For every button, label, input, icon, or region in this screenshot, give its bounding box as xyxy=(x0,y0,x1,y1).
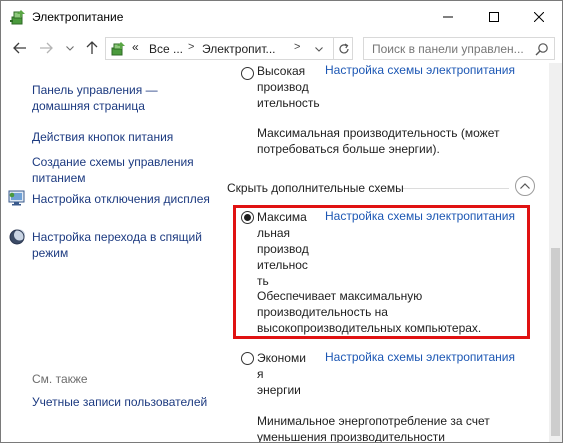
highlight-annotation xyxy=(233,205,530,339)
address-bar[interactable]: « Все ... > Электропит... > xyxy=(105,37,353,60)
power-plans-panel: Высокая производ ительность Настройка сх… xyxy=(213,63,549,443)
close-button[interactable] xyxy=(516,1,562,33)
search-icon[interactable] xyxy=(535,42,549,56)
navigation-bar: « Все ... > Электропит... > Поиск в пане… xyxy=(1,33,562,63)
see-also-heading: См. также xyxy=(32,372,88,386)
sidebar-item-create-plan[interactable]: Создание схемы управления питанием xyxy=(32,154,210,186)
plan-name-line: я xyxy=(257,367,264,381)
sidebar-home-link[interactable]: Панель управления — домашняя страница xyxy=(32,82,210,114)
section-divider xyxy=(403,188,509,189)
chevron-up-icon xyxy=(520,183,530,189)
address-overflow-button[interactable]: « xyxy=(132,40,139,54)
sidebar-item-user-accounts[interactable]: Учетные записи пользователей xyxy=(32,394,210,410)
address-segment-current[interactable]: Электропит... xyxy=(202,42,276,56)
scrollbar-thumb[interactable] xyxy=(551,248,560,436)
arrow-up-icon xyxy=(86,41,98,54)
maximize-button[interactable] xyxy=(471,1,517,33)
plan-name-line: производ xyxy=(257,80,309,94)
power-options-window: Электропитание « Все ... > Электропит...… xyxy=(0,0,563,443)
plan-description: Максимальная производительность (может п… xyxy=(257,126,500,156)
address-separator[interactable]: > xyxy=(188,41,194,53)
refresh-button[interactable] xyxy=(333,38,353,59)
arrow-right-icon xyxy=(40,42,53,54)
plan-radio-power-saver[interactable] xyxy=(241,352,254,365)
sidebar-item-display-off[interactable]: Настройка отключения дисплея xyxy=(32,191,210,207)
address-segment-all-items[interactable]: Все ... xyxy=(149,42,183,56)
hidden-plans-heading: Скрыть дополнительные схемы xyxy=(227,181,404,195)
up-button[interactable] xyxy=(83,39,101,57)
maximize-icon xyxy=(489,12,499,22)
sidebar: Панель управления — домашняя страница Де… xyxy=(1,63,213,442)
search-box[interactable]: Поиск в панели управлен... xyxy=(363,37,555,60)
minimize-button[interactable] xyxy=(425,1,471,33)
search-input[interactable]: Поиск в панели управлен... xyxy=(372,42,524,56)
address-separator[interactable]: > xyxy=(294,41,300,53)
power-options-icon xyxy=(10,10,25,25)
chevron-down-icon xyxy=(315,46,323,52)
moon-icon xyxy=(9,229,25,245)
address-history-button[interactable] xyxy=(311,42,327,56)
plan-description: Минимальное энергопотребление за счет ум… xyxy=(257,414,490,443)
plan-name-line: ительность xyxy=(257,96,320,110)
vertical-scrollbar[interactable] xyxy=(549,63,562,442)
plan-name[interactable]: Высокая производ ительность xyxy=(257,63,320,111)
sidebar-item-power-buttons[interactable]: Действия кнопок питания xyxy=(32,129,210,145)
plan-name-line: энергии xyxy=(257,383,301,397)
plan-name-line: Экономи xyxy=(257,351,306,365)
plan-radio-high-performance[interactable] xyxy=(241,67,254,80)
monitor-icon xyxy=(8,190,25,206)
minimize-icon xyxy=(443,16,453,18)
arrow-left-icon xyxy=(13,42,26,54)
collapse-additional-plans-button[interactable] xyxy=(515,176,535,196)
chevron-down-icon xyxy=(66,45,74,51)
refresh-icon xyxy=(338,42,349,53)
close-icon xyxy=(534,12,544,22)
sidebar-item-sleep[interactable]: Настройка перехода в спящий режим xyxy=(32,229,210,261)
plan-name[interactable]: Экономи я энергии xyxy=(257,350,315,398)
plan-settings-link[interactable]: Настройка схемы электропитания xyxy=(325,63,515,77)
control-panel-icon xyxy=(111,42,125,56)
recent-locations-button[interactable] xyxy=(61,39,79,57)
plan-settings-link[interactable]: Настройка схемы электропитания xyxy=(325,350,515,364)
back-button[interactable] xyxy=(11,39,29,57)
forward-button[interactable] xyxy=(37,39,55,57)
plan-name-line: Высокая xyxy=(257,64,306,78)
title-bar: Электропитание xyxy=(1,1,562,33)
window-title: Электропитание xyxy=(32,10,124,24)
